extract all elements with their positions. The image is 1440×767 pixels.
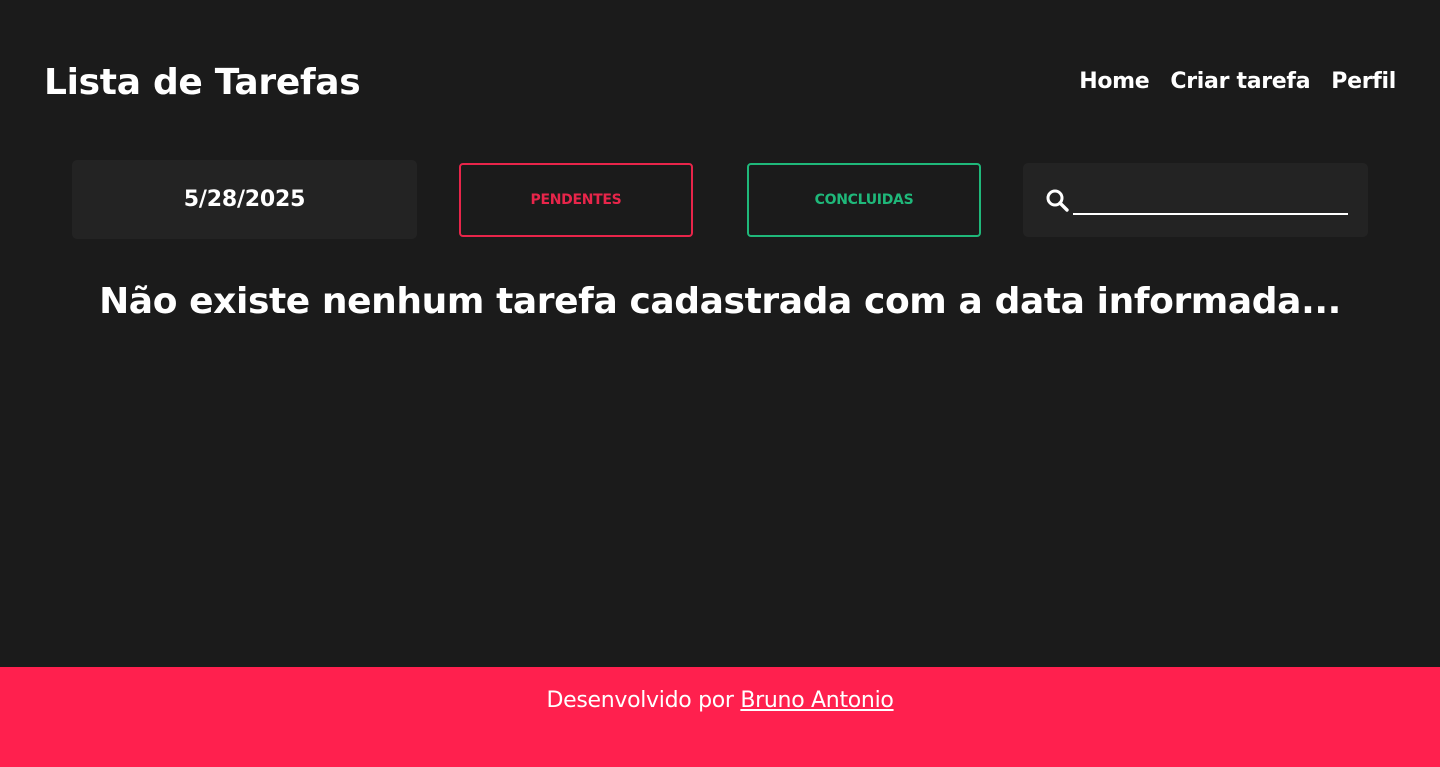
date-picker[interactable]: 5/28/2025 [72, 160, 417, 239]
pending-filter-button[interactable]: PENDENTES [459, 163, 693, 237]
footer-credit-prefix: Desenvolvido por [546, 688, 734, 713]
footer [0, 667, 1440, 767]
search-icon [1045, 188, 1071, 214]
author-link[interactable]: Bruno Antonio [740, 688, 893, 713]
nav-link-home[interactable]: Home [1079, 66, 1149, 98]
filter-bar: 5/28/2025 PENDENTES CONCLUIDAS [0, 160, 1440, 240]
search-input[interactable] [1073, 185, 1348, 215]
date-value: 5/28/2025 [183, 187, 306, 212]
nav-link-profile[interactable]: Perfil [1331, 66, 1396, 98]
main-nav: Home Criar tarefa Perfil [1079, 66, 1396, 98]
footer-credit: Desenvolvido por Bruno Antonio [0, 685, 1440, 717]
nav-link-create-task[interactable]: Criar tarefa [1170, 66, 1310, 98]
app-header: Lista de Tarefas Home Criar tarefa Perfi… [0, 0, 1440, 160]
page: Lista de Tarefas Home Criar tarefa Perfi… [0, 0, 1440, 767]
completed-filter-button[interactable]: CONCLUIDAS [747, 163, 981, 237]
app-title: Lista de Tarefas [44, 62, 361, 103]
empty-state-message: Não existe nenhum tarefa cadastrada com … [99, 281, 1341, 322]
search-box [1023, 163, 1368, 237]
